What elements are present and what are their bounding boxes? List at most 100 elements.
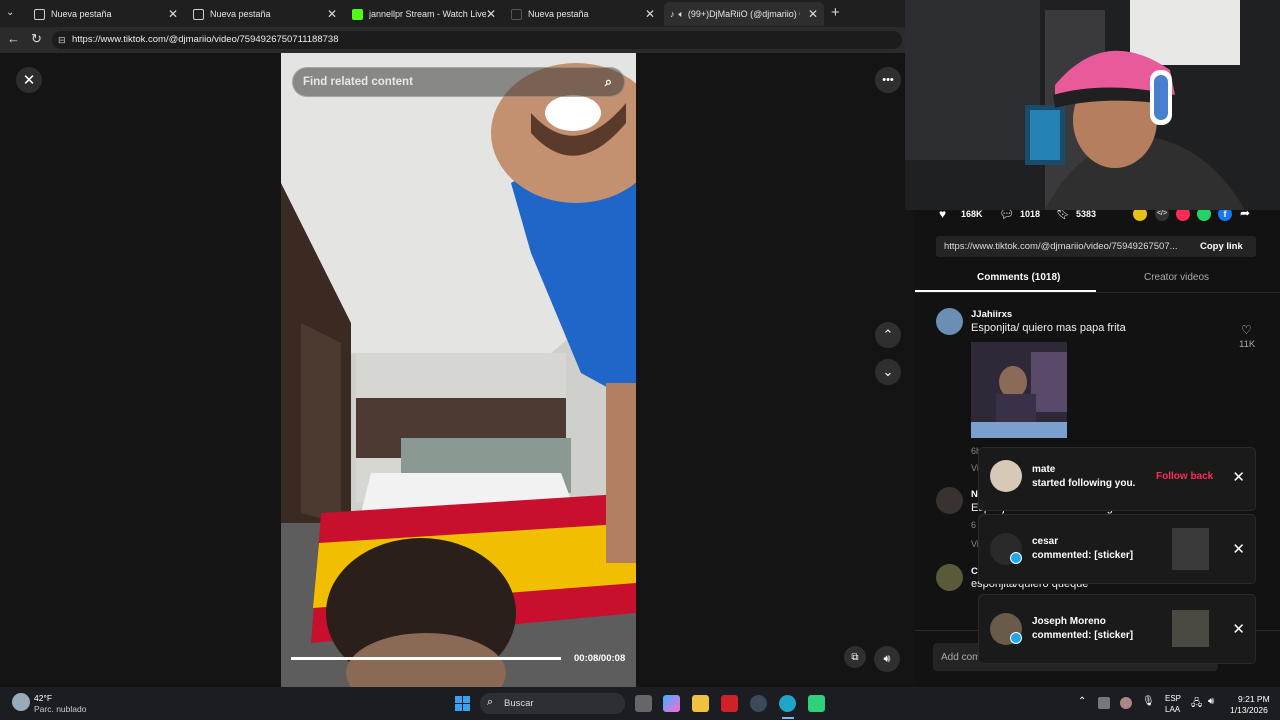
- save-count: 5383: [1076, 209, 1097, 219]
- address-bar-row: ← ↻ ⊟ https://www.tiktok.com/@djmariio/v…: [0, 27, 905, 53]
- tab-title: Nueva pestaña: [210, 9, 271, 19]
- sticker-image: [971, 342, 1067, 438]
- windows-logo: [455, 696, 470, 711]
- language-code[interactable]: ESP: [1165, 694, 1181, 703]
- back-icon[interactable]: ←: [7, 31, 20, 46]
- search-placeholder: Find related content: [303, 76, 413, 88]
- tray-chevron-icon[interactable]: ⌃: [1078, 696, 1086, 707]
- notification-message: commented: [sticker]: [1032, 550, 1134, 561]
- notification-message: commented: [sticker]: [1032, 630, 1134, 641]
- close-tab-icon[interactable]: ✕: [645, 7, 655, 21]
- microphone-icon[interactable]: 🎙︎: [1142, 696, 1155, 707]
- link-box: https://www.tiktok.com/@djmariio/video/7…: [936, 236, 1256, 257]
- file-explorer-icon[interactable]: [692, 695, 709, 712]
- comment-text: Esponjita/ quiero mas papa frita: [971, 322, 1126, 334]
- video-player[interactable]: 00:08/00:08: [281, 53, 636, 687]
- comment-like-icon[interactable]: ♡: [1241, 323, 1252, 337]
- speaker-icon[interactable]: 🔈︎: [679, 9, 684, 20]
- browser-tab[interactable]: Nueva pestaña ✕: [505, 2, 661, 26]
- previous-video-button[interactable]: ⌃: [875, 322, 901, 348]
- close-notification-icon[interactable]: ✕: [1232, 540, 1245, 558]
- avatar: [990, 460, 1022, 492]
- weather-desc: Parc. nublado: [34, 704, 87, 714]
- browser-tab-active[interactable]: ♪ 🔈︎ (99+)DjMaRiiO (@djmariio) O ✕: [664, 2, 824, 26]
- url-field[interactable]: ⊟ https://www.tiktok.com/@djmariio/video…: [52, 31, 902, 49]
- comment-meta: 6: [971, 520, 977, 530]
- like-count: 168K: [961, 209, 983, 219]
- clock-time[interactable]: 9:21 PM: [1238, 694, 1270, 704]
- chat-app-icon[interactable]: [808, 695, 825, 712]
- notification-message: started following you.: [1032, 478, 1136, 489]
- task-view-icon[interactable]: [635, 695, 652, 712]
- tray-app-icon[interactable]: [1120, 697, 1132, 709]
- tab-list-chevron-icon[interactable]: ⌄: [6, 7, 14, 18]
- comment-count: 1018: [1020, 209, 1041, 219]
- windows-start-icon[interactable]: [455, 696, 470, 711]
- tab-title: (99+)DjMaRiiO (@djmariio) O: [687, 9, 800, 19]
- page-icon: [193, 8, 204, 20]
- next-video-button[interactable]: ⌄: [875, 359, 901, 385]
- browser-tab[interactable]: jannellpr Stream - Watch Live on K ✕: [346, 2, 502, 26]
- language-region[interactable]: LAA: [1165, 705, 1180, 714]
- notification-name: Joseph Moreno: [1032, 616, 1106, 627]
- volume-icon[interactable]: 🔊︎: [1208, 696, 1214, 707]
- site-info-icon[interactable]: ⊟: [58, 31, 66, 49]
- comment-username[interactable]: N: [971, 489, 978, 500]
- clock-date[interactable]: 1/13/2026: [1230, 705, 1268, 715]
- tray-app-icon[interactable]: [1098, 697, 1110, 709]
- tab-divider: [915, 292, 1280, 293]
- notification-thumbnail: [1172, 610, 1209, 647]
- close-tab-icon[interactable]: ✕: [485, 7, 496, 21]
- new-tab-icon[interactable]: +: [831, 4, 840, 21]
- browser-tab[interactable]: Nueva pestaña ✕: [187, 2, 343, 26]
- close-notification-icon[interactable]: ✕: [1232, 468, 1245, 486]
- tab-comments[interactable]: Comments (1018): [977, 272, 1060, 283]
- follow-notification[interactable]: mate started following you. Follow back …: [979, 448, 1255, 510]
- network-icon[interactable]: 🖧︎: [1191, 696, 1202, 713]
- avatar[interactable]: [936, 564, 963, 591]
- close-notification-icon[interactable]: ✕: [1232, 620, 1245, 638]
- refresh-icon[interactable]: ↻: [31, 31, 42, 47]
- close-video-button[interactable]: ✕: [16, 67, 42, 93]
- video-time: 00:08/00:08: [574, 653, 626, 664]
- close-tab-icon[interactable]: ✕: [168, 7, 178, 21]
- tab-creator-videos[interactable]: Creator videos: [1144, 272, 1209, 283]
- edge-icon[interactable]: [779, 695, 796, 712]
- antivirus-icon[interactable]: [721, 695, 738, 712]
- follow-back-button[interactable]: Follow back: [1156, 471, 1213, 482]
- browser-tab[interactable]: Nueva pestaña ✕: [28, 2, 184, 26]
- volume-icon[interactable]: 🔊︎: [874, 646, 900, 672]
- notification-name: cesar: [1032, 536, 1059, 547]
- webcam-image: [905, 0, 1280, 210]
- comment-username[interactable]: C: [971, 566, 978, 577]
- video-progress-track[interactable]: [291, 657, 561, 660]
- page-icon: [511, 8, 522, 20]
- notification-thumbnail: [1172, 528, 1209, 570]
- weather-icon[interactable]: [12, 693, 30, 711]
- comment-notification[interactable]: Joseph Moreno commented: [sticker] ✕: [979, 595, 1255, 663]
- copy-link-button[interactable]: Copy link: [1200, 241, 1243, 252]
- steam-icon[interactable]: [750, 695, 767, 712]
- comment-badge-icon: [1010, 632, 1022, 644]
- taskbar-search-label: Buscar: [504, 698, 534, 709]
- video-stage: ✕ 00:08/00:08 Find related content ⌕ •••…: [0, 53, 915, 687]
- view-replies[interactable]: Vi: [971, 539, 979, 549]
- search-icon[interactable]: ⌕: [605, 68, 612, 96]
- browser-tab-bar: ⌄ Nueva pestaña ✕ Nueva pestaña ✕ jannel…: [0, 0, 905, 27]
- find-related-search[interactable]: Find related content ⌕: [292, 67, 625, 97]
- video-progress-fill: [291, 657, 561, 660]
- taskbar-search[interactable]: ⌕ Buscar: [480, 693, 625, 714]
- kick-icon: [352, 8, 363, 20]
- view-replies[interactable]: Vi: [971, 463, 979, 473]
- more-options-button[interactable]: •••: [875, 67, 901, 93]
- avatar[interactable]: [936, 308, 963, 335]
- comment-notification[interactable]: cesar commented: [sticker] ✕: [979, 515, 1255, 583]
- close-tab-icon[interactable]: ✕: [807, 7, 818, 21]
- copilot-icon[interactable]: [663, 695, 680, 712]
- tab-title: Nueva pestaña: [51, 9, 112, 19]
- comment-username[interactable]: JJahiirxs: [971, 309, 1012, 320]
- avatar[interactable]: [936, 487, 963, 514]
- close-tab-icon[interactable]: ✕: [327, 7, 337, 21]
- comment-image[interactable]: [971, 342, 1067, 438]
- pip-icon[interactable]: ⧉: [844, 646, 866, 668]
